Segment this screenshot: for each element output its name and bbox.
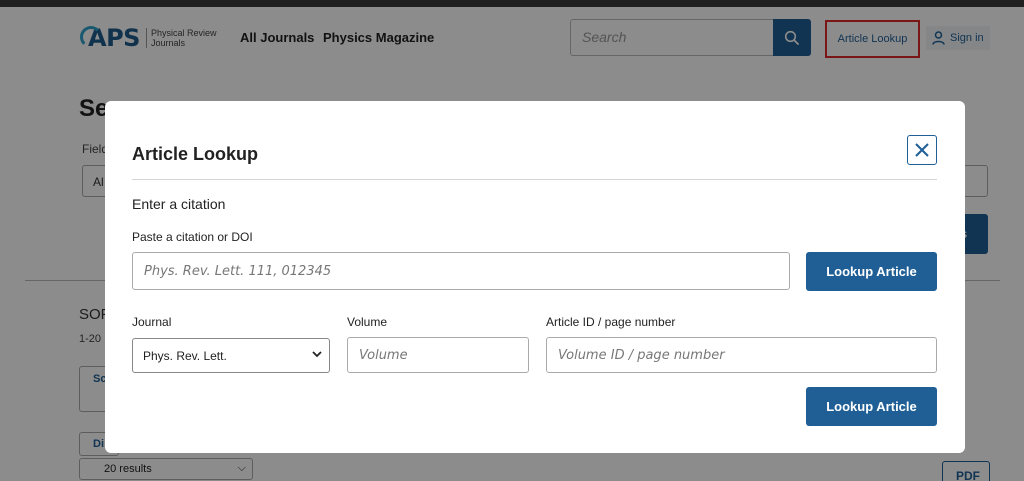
chevron-down-icon [312, 351, 322, 358]
article-id-label: Article ID / page number [546, 315, 676, 329]
lookup-article-button-citation[interactable]: Lookup Article [806, 252, 937, 291]
section-title: Enter a citation [132, 196, 226, 212]
journal-select-value: Phys. Rev. Lett. [143, 349, 227, 363]
modal-divider [132, 179, 937, 180]
article-lookup-modal: Article Lookup Enter a citation Paste a … [105, 101, 965, 453]
journal-label: Journal [132, 315, 172, 329]
lookup-article-button-fields[interactable]: Lookup Article [806, 387, 937, 426]
volume-label: Volume [347, 315, 388, 329]
citation-input[interactable] [132, 252, 790, 290]
article-id-input[interactable] [546, 337, 937, 373]
close-icon [915, 143, 929, 157]
volume-input[interactable] [347, 337, 529, 373]
close-button[interactable] [907, 135, 937, 165]
journal-select[interactable]: Phys. Rev. Lett. [132, 338, 330, 373]
citation-label: Paste a citation or DOI [132, 230, 253, 244]
modal-title: Article Lookup [132, 144, 259, 164]
